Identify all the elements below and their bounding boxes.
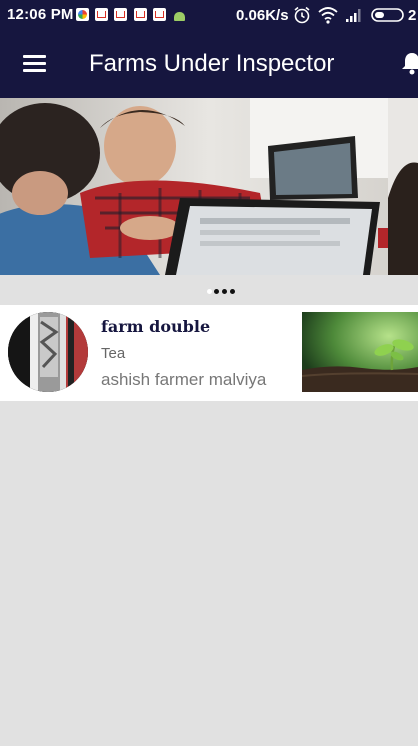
carousel-dot[interactable] bbox=[230, 289, 235, 294]
gmail-icon bbox=[95, 8, 108, 21]
farm-list-item[interactable]: farm double Tea ashish farmer malviya bbox=[0, 305, 418, 401]
banner-image bbox=[0, 98, 418, 275]
banner-carousel[interactable] bbox=[0, 98, 418, 275]
wifi-icon bbox=[318, 7, 338, 24]
alarm-icon bbox=[294, 6, 310, 24]
gmail-icon bbox=[114, 8, 127, 21]
farm-owner: ashish farmer malviya bbox=[101, 370, 267, 389]
photos-icon bbox=[76, 8, 89, 21]
android-icon bbox=[173, 8, 186, 21]
battery-icon bbox=[371, 8, 404, 22]
carousel-dot[interactable] bbox=[207, 289, 212, 294]
carousel-dot[interactable] bbox=[222, 289, 227, 294]
battery-level: 2 bbox=[408, 7, 417, 24]
bell-icon[interactable] bbox=[400, 50, 418, 76]
carousel-dot[interactable] bbox=[214, 289, 219, 294]
network-speed: 0.06K/s bbox=[236, 7, 289, 24]
hamburger-menu-icon[interactable] bbox=[23, 55, 46, 72]
gmail-icon bbox=[134, 8, 147, 21]
farm-crop: Tea bbox=[101, 345, 126, 362]
carousel-indicator bbox=[0, 275, 418, 305]
page-title: Farms Under Inspector bbox=[89, 50, 335, 77]
gmail-icon bbox=[153, 8, 166, 21]
app-bar: Farms Under Inspector bbox=[0, 30, 418, 98]
status-time: 12:06 PM bbox=[7, 6, 74, 23]
farm-avatar bbox=[8, 312, 88, 392]
farm-thumbnail bbox=[302, 312, 418, 392]
status-bar: 12:06 PM 0.06K/s 2 bbox=[0, 0, 418, 30]
farm-name: farm double bbox=[101, 317, 211, 336]
signal-icon bbox=[346, 9, 361, 22]
